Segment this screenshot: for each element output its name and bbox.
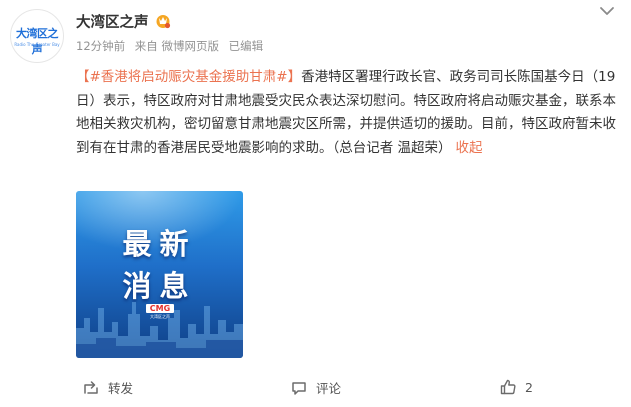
like-count: 2 xyxy=(525,379,533,395)
post-meta: 12分钟前 来自 微博网页版 已编辑 xyxy=(76,38,269,54)
like-button[interactable]: 2 xyxy=(499,378,533,396)
post-image[interactable]: 最新 消息 CMG 大湾区之声 xyxy=(76,191,243,358)
city-skyline-graphic xyxy=(76,302,243,358)
vip-badge-icon xyxy=(156,15,170,29)
avatar-logo-text: 大湾区之声 xyxy=(16,27,59,56)
collapse-link[interactable]: 收起 xyxy=(456,140,483,156)
topic-link[interactable]: 【#香港将启动赈灾基金援助甘肃#】 xyxy=(76,69,301,85)
comment-button[interactable]: 评论 xyxy=(290,378,341,397)
comment-icon xyxy=(292,381,306,395)
image-headline-top: 最新 xyxy=(122,227,197,261)
edited-label[interactable]: 已编辑 xyxy=(229,39,264,53)
weibo-post-card: 大湾区之声 Radio The Greater Bay 大湾区之声 12分钟前 … xyxy=(0,0,631,407)
post-source: 来自 微博网页版 xyxy=(134,39,219,53)
repost-icon xyxy=(84,380,98,394)
post-header: 大湾区之声 12分钟前 来自 微博网页版 已编辑 xyxy=(76,10,269,54)
comment-label: 评论 xyxy=(316,381,342,396)
post-content: 【#香港将启动赈灾基金援助甘肃#】香港特区署理行政长官、政务司司长陈国基今日（1… xyxy=(76,66,616,160)
avatar[interactable]: 大湾区之声 Radio The Greater Bay xyxy=(10,9,64,63)
account-name[interactable]: 大湾区之声 xyxy=(76,11,149,32)
action-bar: 转发 评论 2 xyxy=(0,374,631,404)
post-time[interactable]: 12分钟前 xyxy=(76,39,125,53)
repost-label: 转发 xyxy=(108,381,134,396)
thumbs-up-icon xyxy=(500,379,516,395)
chevron-down-icon[interactable] xyxy=(597,4,617,18)
repost-button[interactable]: 转发 xyxy=(82,378,133,397)
name-row: 大湾区之声 xyxy=(76,10,269,32)
avatar-logo-subtext: Radio The Greater Bay xyxy=(14,42,60,47)
